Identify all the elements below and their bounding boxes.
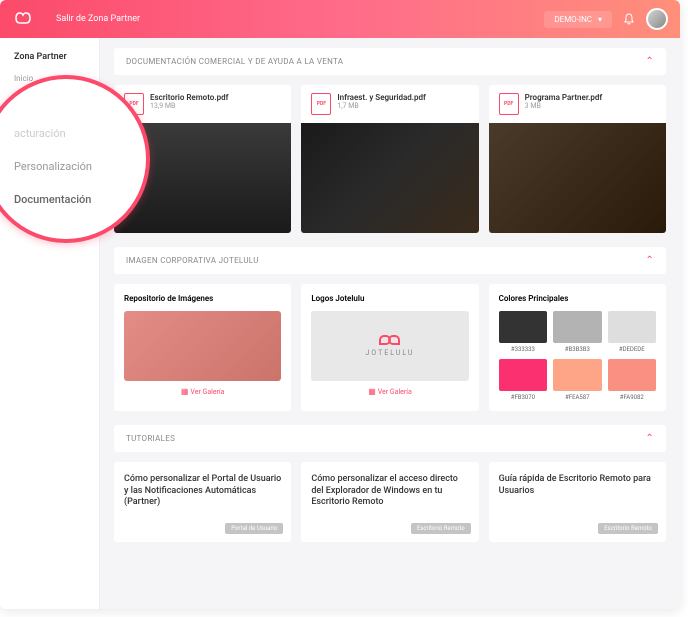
doc-thumbnail [489,123,666,233]
logo-preview: JOTELULU [311,311,468,381]
org-selector[interactable]: DEMO-INC ▾ [544,11,612,28]
org-name: DEMO-INC [554,15,592,24]
swatch-label: #333333 [499,346,547,353]
pdf-icon [499,93,519,115]
mag-item-facturacion[interactable]: acturación [14,117,136,150]
chevron-down-icon: ▾ [598,15,602,24]
swatch-label: #DEDEDE [608,346,656,353]
bell-icon[interactable] [622,12,636,26]
exit-partner-link[interactable]: Salir de Zona Partner [56,14,140,24]
tutorial-title: Cómo personalizar el Portal de Usuario y… [124,474,281,509]
gallery-link[interactable]: Ver Galería [311,387,468,396]
color-swatch[interactable]: #DEDEDE [608,311,656,353]
color-swatch[interactable]: #FA9082 [608,359,656,401]
header: Salir de Zona Partner DEMO-INC ▾ [0,0,680,38]
card-title: Colores Principales [499,294,656,303]
card-title: Repositorio de Imágenes [124,294,281,303]
swatch-box [553,311,601,343]
swatch-box [608,359,656,391]
swatch-box [499,359,547,391]
section-title: DOCUMENTACIÓN COMERCIAL Y DE AYUDA A LA … [126,57,343,66]
tutorial-title: Guía rápida de Escritorio Remoto para Us… [499,474,656,497]
mag-item-personalizacion[interactable]: Personalización [14,150,136,183]
doc-card[interactable]: Infraest. y Seguridad.pdf 1,7 MB [301,85,478,233]
tutorial-card[interactable]: Cómo personalizar el Portal de Usuario y… [114,462,291,542]
repo-card: Repositorio de Imágenes Ver Galería [114,284,291,411]
gallery-link[interactable]: Ver Galería [124,387,281,396]
doc-card[interactable]: Programa Partner.pdf 3 MB [489,85,666,233]
doc-thumbnail [301,123,478,233]
avatar[interactable] [646,8,668,30]
color-swatch[interactable]: #333333 [499,311,547,353]
chevron-up-icon: ⌃ [645,433,654,444]
pdf-icon [311,93,331,115]
section-imagen-head[interactable]: IMAGEN CORPORATIVA JOTELULU ⌃ [114,247,666,274]
swatch-label: #B3B3B3 [553,346,601,353]
card-title: Logos Jotelulu [311,294,468,303]
color-swatch[interactable]: #B3B3B3 [553,311,601,353]
doc-title: Escritorio Remoto.pdf [150,93,228,102]
doc-title: Programa Partner.pdf [525,93,603,102]
tutorial-card[interactable]: Guía rápida de Escritorio Remoto para Us… [489,462,666,542]
tutorial-tag: Escritorio Remoto [411,523,471,534]
repo-thumbnail [124,311,281,381]
swatch-label: #FB3070 [499,394,547,401]
color-swatch[interactable]: #FB3070 [499,359,547,401]
tutorial-tag: Escritorio Remoto [598,523,658,534]
sidebar-title: Zona Partner [0,46,99,68]
swatch-box [553,359,601,391]
swatch-box [608,311,656,343]
section-comercial-head[interactable]: DOCUMENTACIÓN COMERCIAL Y DE AYUDA A LA … [114,48,666,75]
section-title: TUTORIALES [126,434,175,443]
brand-text: JOTELULU [365,349,414,357]
swatch-label: #FEA587 [553,394,601,401]
swatch-label: #FA9082 [608,394,656,401]
mag-item-documentacion[interactable]: Documentación [14,183,136,216]
main-content: DOCUMENTACIÓN COMERCIAL Y DE AYUDA A LA … [100,38,680,609]
swatch-box [499,311,547,343]
doc-size: 13,9 MB [150,102,228,110]
chevron-up-icon: ⌃ [645,255,654,266]
doc-size: 3 MB [525,102,603,110]
color-swatch[interactable]: #FEA587 [553,359,601,401]
section-title: IMAGEN CORPORATIVA JOTELULU [126,256,259,265]
chevron-up-icon: ⌃ [645,56,654,67]
tutorial-title: Cómo personalizar el acceso directo del … [311,474,468,509]
tutorial-tag: Portal de Usuario [225,523,283,534]
colors-card: Colores Principales #333333 #B3B3B3 #DEDED… [489,284,666,411]
section-tutoriales-head[interactable]: TUTORIALES ⌃ [114,425,666,452]
brand-logo [12,11,40,28]
tutorial-card[interactable]: Cómo personalizar el acceso directo del … [301,462,478,542]
doc-size: 1,7 MB [337,102,426,110]
doc-title: Infraest. y Seguridad.pdf [337,93,426,102]
logos-card: Logos Jotelulu JOTELULU Ver Galería [301,284,478,411]
